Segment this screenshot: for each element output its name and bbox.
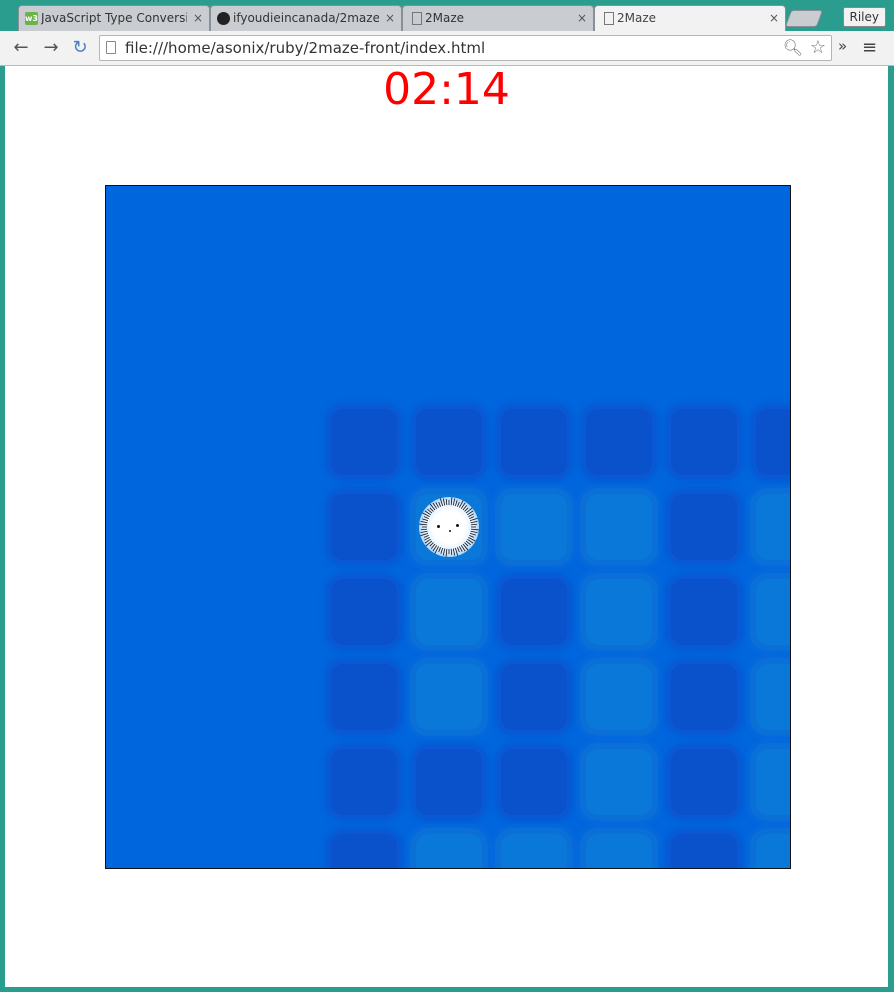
maze-cell-wall: [501, 579, 567, 645]
close-icon[interactable]: ×: [769, 6, 779, 31]
maze-cell-open: [756, 664, 790, 730]
zoom-icon[interactable]: 🔍︎: [783, 38, 803, 57]
page-viewport: 02:14: [5, 66, 888, 987]
maze-cell-open: [501, 494, 567, 560]
page-icon: [106, 41, 116, 54]
maze-cell-wall: [671, 579, 737, 645]
tab-js-type-conversion[interactable]: w3 JavaScript Type Conversio ×: [18, 5, 210, 31]
tab-strip: w3 JavaScript Type Conversio × ifyoudiei…: [0, 0, 894, 32]
countdown-timer: 02:14: [383, 64, 510, 115]
maze-cell-open: [756, 749, 790, 815]
forward-arrow-icon[interactable]: →: [40, 37, 62, 59]
maze-cell-wall: [671, 834, 737, 868]
close-icon[interactable]: ×: [577, 6, 587, 31]
maze-cell-open: [416, 834, 482, 868]
new-tab-button[interactable]: [784, 10, 824, 27]
maze-cell-wall: [331, 494, 397, 560]
maze-cell-wall: [331, 664, 397, 730]
fur-spikes: [419, 497, 479, 557]
w3-icon: w3: [25, 12, 38, 25]
address-bar[interactable]: file:///home/asonix/ruby/2maze-front/ind…: [99, 35, 832, 61]
menu-icon[interactable]: ≡: [862, 37, 877, 58]
reload-icon[interactable]: ↻: [69, 37, 91, 59]
maze-cell-wall: [331, 834, 397, 868]
close-icon[interactable]: ×: [385, 6, 395, 31]
maze-cell-open: [586, 494, 652, 560]
maze-cell-wall: [501, 409, 567, 475]
tab-github-2maze[interactable]: ifyoudieincanada/2maze- ×: [210, 5, 402, 31]
player-fuzzball: [419, 497, 479, 557]
url-text: file:///home/asonix/ruby/2maze-front/ind…: [125, 39, 486, 57]
page-icon: [412, 12, 422, 25]
maze-cell-wall: [586, 409, 652, 475]
extensions-overflow-icon[interactable]: »: [838, 37, 847, 55]
maze-cell-wall: [671, 494, 737, 560]
close-icon[interactable]: ×: [193, 6, 203, 31]
maze-cell-open: [586, 749, 652, 815]
maze-board[interactable]: [105, 185, 791, 869]
maze-cell-wall: [671, 664, 737, 730]
maze-cell-open: [756, 834, 790, 868]
maze-cell-wall: [671, 409, 737, 475]
tab-title: JavaScript Type Conversio: [41, 11, 187, 25]
bookmark-star-icon[interactable]: ☆: [810, 37, 826, 58]
maze-cell-open: [586, 834, 652, 868]
maze-cell-open: [756, 579, 790, 645]
maze-cell-open: [586, 664, 652, 730]
player-eye: [437, 525, 440, 528]
maze-cell-wall: [671, 749, 737, 815]
tab-title: ifyoudieincanada/2maze-: [233, 11, 379, 25]
maze-cell-wall: [416, 749, 482, 815]
profile-button[interactable]: Riley: [842, 7, 886, 27]
maze-cell-wall: [501, 749, 567, 815]
maze-cell-wall: [331, 749, 397, 815]
player-mouth: [449, 530, 451, 532]
tab-2maze[interactable]: 2Maze ×: [402, 5, 594, 31]
tab-title: 2Maze: [425, 11, 465, 25]
maze-cell-open: [416, 664, 482, 730]
page-icon: [604, 12, 614, 25]
tab-title: 2Maze: [617, 11, 657, 25]
tab-2maze-active[interactable]: 2Maze ×: [594, 5, 786, 31]
maze-cell-wall: [331, 409, 397, 475]
maze-cell-wall: [756, 409, 790, 475]
maze-cell-wall: [501, 664, 567, 730]
maze-cell-wall: [416, 409, 482, 475]
maze-cell-open: [416, 579, 482, 645]
maze-cell-open: [501, 834, 567, 868]
github-icon: [217, 12, 230, 25]
maze-cell-wall: [331, 579, 397, 645]
maze-cell-open: [756, 494, 790, 560]
back-arrow-icon[interactable]: ←: [10, 37, 32, 59]
player-eye: [456, 524, 459, 527]
browser-toolbar: ← → ↻ file:///home/asonix/ruby/2maze-fro…: [0, 31, 894, 66]
maze-cell-open: [586, 579, 652, 645]
